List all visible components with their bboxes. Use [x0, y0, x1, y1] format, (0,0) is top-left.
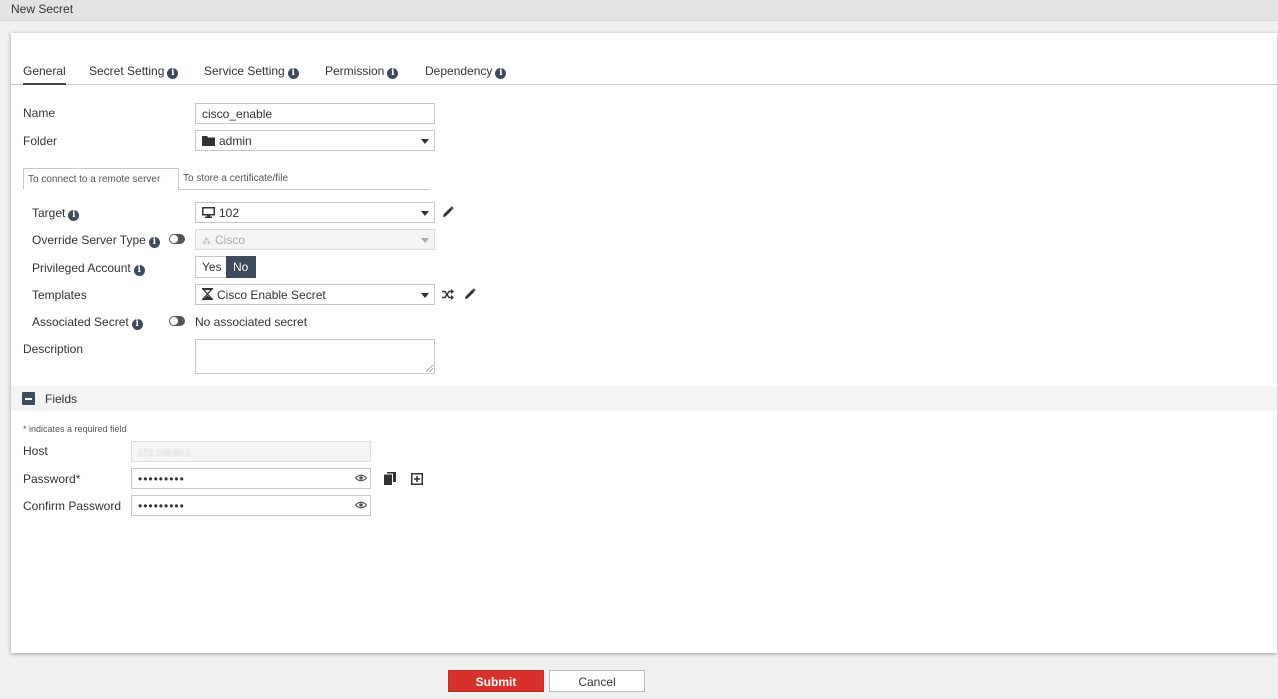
host-value: 172.168.90.1 — [138, 448, 191, 458]
tab-dependency[interactable]: Dependency i — [425, 61, 507, 85]
eye-icon[interactable] — [355, 501, 367, 509]
templates-select[interactable]: Cisco Enable Secret — [195, 284, 435, 305]
submit-button[interactable]: Submit — [448, 670, 544, 692]
monitor-icon — [202, 207, 215, 218]
info-icon[interactable]: i — [131, 319, 143, 330]
confirm-password-label: Confirm Password — [23, 499, 122, 513]
confirm-password-mask: ••••••••• — [138, 499, 185, 513]
info-icon[interactable]: i — [133, 265, 145, 276]
window-title: New Secret — [11, 2, 74, 16]
required-mark: * — [75, 472, 81, 486]
info-icon[interactable]: i — [148, 237, 160, 248]
name-input[interactable]: cisco_enable — [195, 103, 435, 124]
required-field-note: * indicates a required field — [23, 424, 127, 434]
tab-service-setting[interactable]: Service Setting i — [204, 61, 299, 85]
privileged-account-label: Privileged Account i — [32, 261, 145, 276]
privileged-no-button[interactable]: No — [226, 256, 256, 278]
password-label-text: Password — [23, 472, 76, 486]
chevron-down-icon — [421, 211, 429, 216]
tab-bar: General Secret Setting i Service Setting i… — [11, 61, 1277, 85]
tab-general[interactable]: General — [23, 61, 66, 85]
subtab-remote-server[interactable]: To connect to a remote server — [23, 168, 179, 190]
description-textarea[interactable] — [195, 339, 435, 374]
chevron-down-icon — [421, 139, 429, 144]
tab-permission[interactable]: Permission i — [325, 61, 399, 85]
override-server-type-toggle[interactable] — [169, 234, 185, 244]
chevron-down-icon — [421, 293, 429, 298]
host-label: Host — [23, 444, 48, 458]
password-label: Password* — [23, 472, 80, 486]
associated-secret-toggle[interactable] — [169, 316, 185, 326]
tab-label: Secret Setting — [89, 64, 165, 78]
confirm-password-input[interactable]: ••••••••• — [131, 495, 371, 516]
fields-section-title: Fields — [45, 392, 78, 406]
password-mask: ••••••••• — [138, 472, 185, 486]
tab-label: Permission — [325, 64, 385, 78]
name-value: cisco_enable — [202, 107, 273, 121]
connection-subtabs: To connect to a remote server To store a… — [23, 168, 429, 190]
target-label-text: Target — [32, 206, 66, 220]
window-titlebar: New Secret — [0, 0, 1278, 21]
tab-label: General — [23, 64, 66, 78]
description-label: Description — [23, 342, 84, 356]
folder-value: admin — [219, 134, 252, 148]
target-label: Target i — [32, 206, 80, 221]
associated-label-text: Associated Secret — [32, 315, 129, 329]
folder-select[interactable]: admin — [195, 130, 435, 151]
collapse-minus-icon[interactable] — [22, 392, 35, 405]
name-label: Name — [23, 106, 56, 120]
subtab-label: To connect to a remote server — [28, 174, 161, 185]
edit-pencil-icon[interactable] — [442, 206, 454, 218]
target-select[interactable]: 102 — [195, 202, 435, 223]
tab-secret-setting[interactable]: Secret Setting i — [89, 61, 179, 85]
folder-icon — [202, 136, 215, 146]
info-icon[interactable]: i — [387, 68, 399, 79]
subtab-store-certificate[interactable]: To store a certificate/file — [179, 168, 292, 190]
secret-form-panel: General Secret Setting i Service Setting i… — [11, 33, 1277, 653]
copy-icon[interactable] — [384, 472, 396, 485]
chevron-down-icon — [421, 238, 429, 243]
fields-section-header: Fields — [11, 386, 1277, 411]
templates-value: Cisco Enable Secret — [217, 288, 326, 302]
override-server-type-label: Override Server Type i — [32, 233, 160, 248]
folder-label: Folder — [23, 134, 58, 148]
password-input[interactable]: ••••••••• — [131, 468, 371, 489]
override-label-text: Override Server Type — [32, 233, 146, 247]
subtab-label: To store a certificate/file — [183, 173, 289, 184]
associated-secret-label: Associated Secret i — [32, 315, 143, 330]
resize-handle[interactable] — [426, 365, 433, 372]
plus-square-icon[interactable] — [411, 473, 423, 485]
shuffle-icon[interactable] — [442, 289, 454, 300]
server-type-value: Cisco — [215, 233, 246, 247]
info-icon[interactable]: i — [167, 68, 179, 79]
info-icon[interactable]: i — [287, 68, 299, 79]
hourglass-icon — [202, 288, 213, 300]
associated-secret-value: No associated secret — [195, 315, 308, 329]
cancel-button[interactable]: Cancel — [549, 670, 645, 692]
templates-label: Templates — [32, 288, 87, 302]
edit-pencil-icon[interactable] — [464, 288, 476, 300]
eye-icon[interactable] — [355, 474, 367, 482]
info-icon[interactable]: i — [68, 210, 80, 221]
server-type-icon: ⁂ — [202, 236, 211, 246]
server-type-select[interactable]: ⁂ Cisco — [195, 229, 435, 250]
tab-label: Service Setting — [204, 64, 285, 78]
tab-label: Dependency — [425, 64, 493, 78]
privileged-label-text: Privileged Account — [32, 261, 131, 275]
target-value: 102 — [219, 206, 240, 220]
privileged-yes-button[interactable]: Yes — [195, 256, 227, 278]
host-input[interactable]: 172.168.90.1 — [131, 441, 371, 462]
info-icon[interactable]: i — [495, 68, 507, 79]
